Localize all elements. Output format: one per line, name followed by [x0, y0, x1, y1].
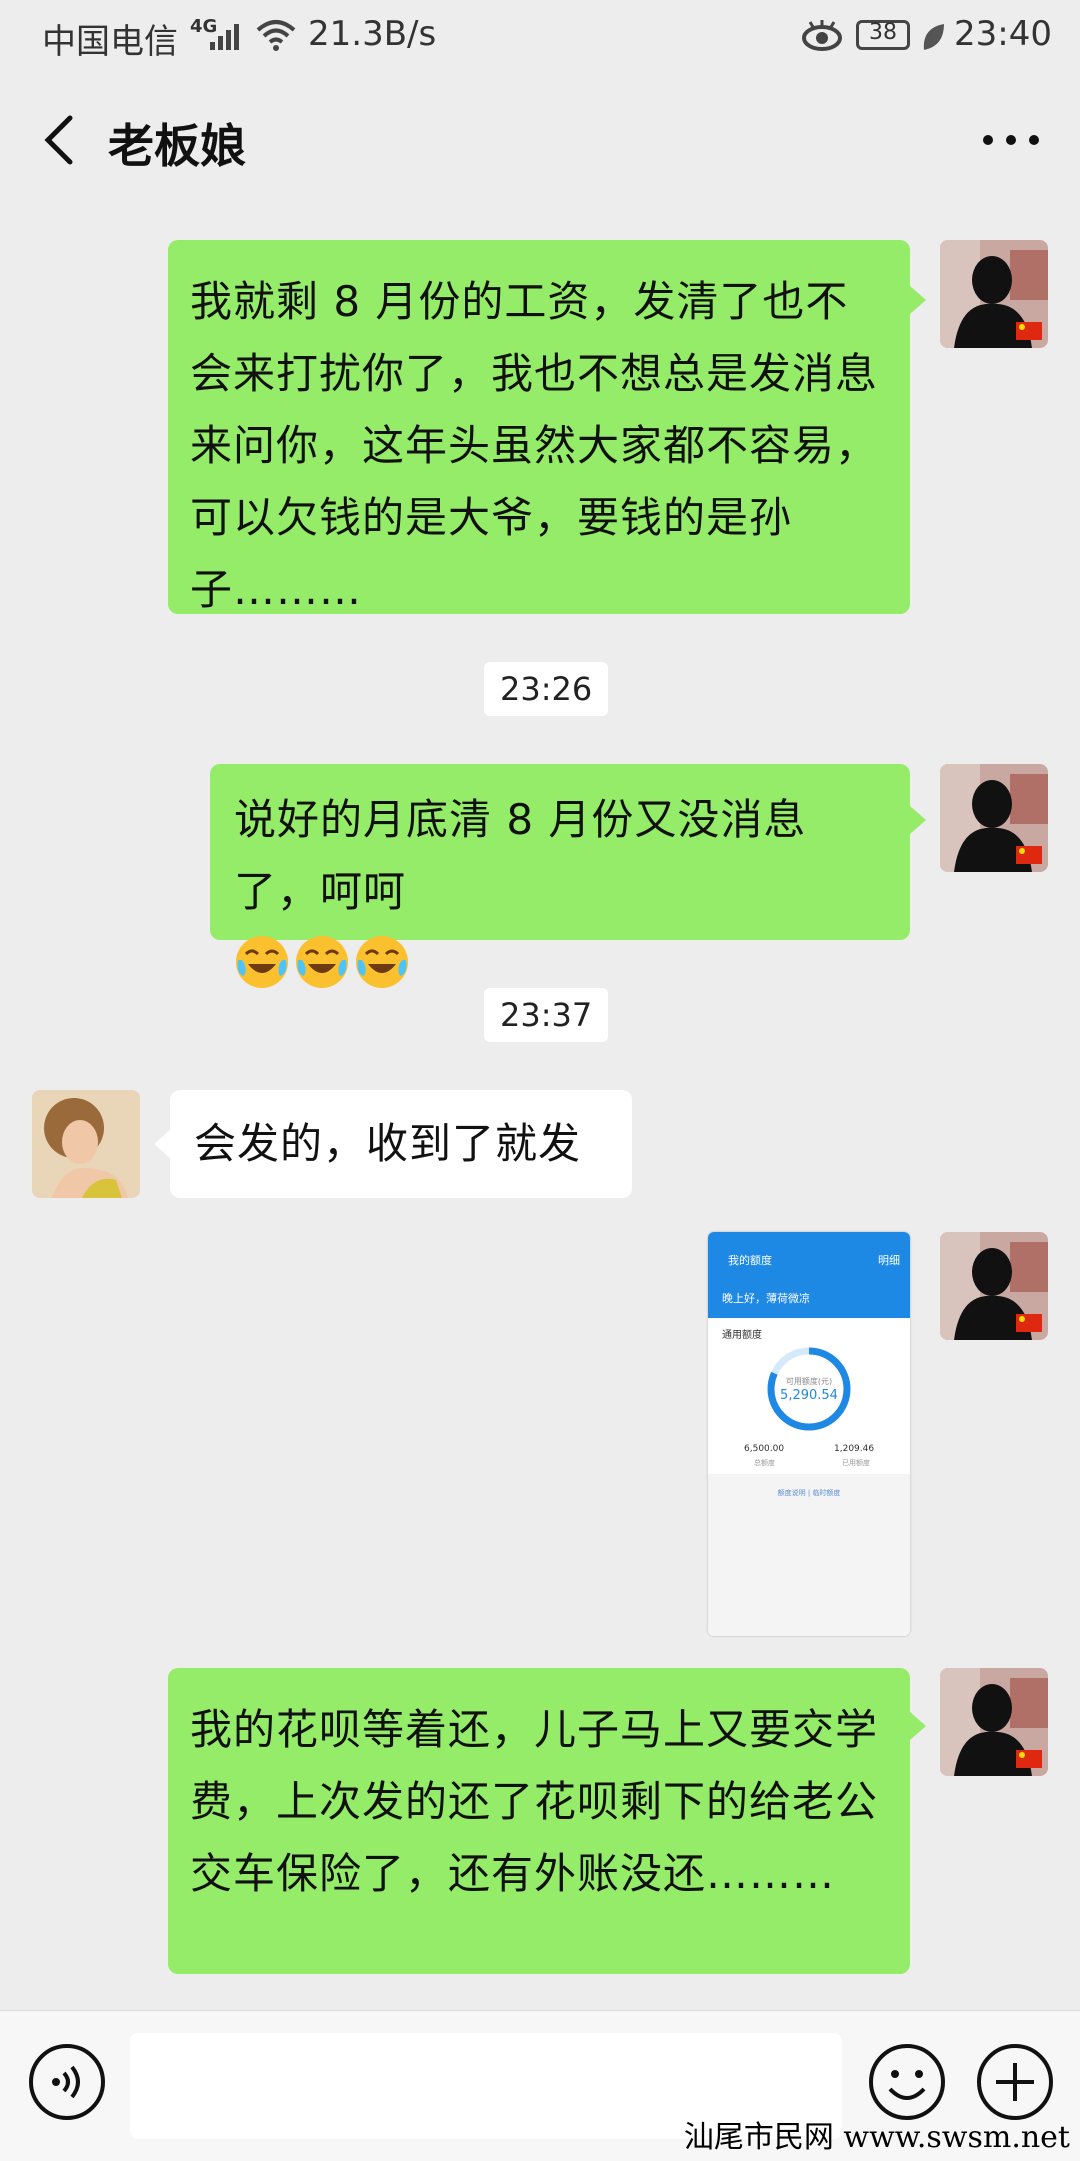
message-bubble-incoming[interactable]: 会发的，收到了就发	[170, 1090, 632, 1198]
message-text: 我的花呗等着还，儿子马上又要交学费，上次发的还了花呗剩下的给老公交车保险了，还有…	[190, 1705, 879, 1898]
plus-more-icon[interactable]	[974, 2041, 1056, 2123]
bubble-tail	[154, 1130, 170, 1158]
bubble-tail	[910, 1712, 926, 1740]
battery-icon: 38	[856, 20, 910, 50]
status-time: 23:40	[954, 14, 1052, 54]
mini-ring-value: 5,290.54	[780, 1388, 838, 1403]
message-text: 我就剩 8 月份的工资，发清了也不会来打扰你了，我也不想总是发消息来问你，这年头…	[190, 277, 879, 614]
chat-header: 老板娘	[0, 74, 1080, 204]
wifi-icon	[256, 20, 296, 51]
mini-ring-label: 可用额度(元)	[785, 1377, 833, 1386]
battery-level: 38	[869, 20, 897, 45]
mini-header: 我的额度 明细 晚上好，薄荷微凉	[708, 1246, 910, 1318]
back-arrow-icon[interactable]	[34, 110, 90, 170]
laugh-cry-emoji-icon	[356, 936, 408, 988]
mini-section-label: 通用额度	[722, 1330, 762, 1341]
message-text: 会发的，收到了就发	[194, 1119, 582, 1168]
leaf-icon	[923, 24, 944, 50]
mini-links: 额度说明 | 临时额度	[777, 1489, 841, 1497]
more-options-icon[interactable]	[976, 122, 1046, 158]
message-bubble-outgoing[interactable]: 我的花呗等着还，儿子马上又要交学费，上次发的还了花呗剩下的给老公交车保险了，还有…	[168, 1668, 910, 1974]
mini-greeting: 晚上好，薄荷微凉	[722, 1292, 810, 1305]
laugh-cry-emoji-icon	[296, 936, 348, 988]
net-speed-label: 21.3B/s	[308, 14, 437, 54]
message-text: 说好的月底清 8 月份又没消息了，呵呵	[234, 795, 807, 916]
silhouette-avatar-icon	[940, 240, 1048, 348]
silhouette-avatar-icon	[940, 1668, 1048, 1776]
contact-avatar[interactable]	[32, 1090, 140, 1198]
my-avatar[interactable]	[940, 1668, 1048, 1776]
mini-used-label: 已用额度	[842, 1459, 870, 1467]
message-bubble-outgoing[interactable]: 说好的月底清 8 月份又没消息了，呵呵	[210, 764, 910, 988]
eye-comfort-icon	[802, 20, 842, 51]
silhouette-avatar-icon	[940, 764, 1048, 872]
voice-input-icon[interactable]	[26, 2041, 108, 2123]
timestamp-label: 23:26	[484, 662, 609, 716]
watermark-text: 汕尾市民网 www.swsm.net	[683, 2120, 1070, 2155]
mini-header-right: 明细	[878, 1254, 900, 1267]
mini-header-title: 我的额度	[728, 1254, 772, 1267]
silhouette-avatar-icon	[940, 1232, 1048, 1340]
image-message[interactable]: 我的额度 明细 晚上好，薄荷微凉 通用额度 可用额度(元) 5,290.54 6…	[708, 1232, 910, 1636]
my-avatar[interactable]	[940, 240, 1048, 348]
mini-used-value: 1,209.46	[834, 1444, 875, 1454]
status-bar: 中国电信 4G 21.3B/s 38 23:40	[0, 0, 1080, 74]
my-avatar[interactable]	[940, 1232, 1048, 1340]
laugh-cry-emoji-icon	[236, 936, 288, 988]
chat-title: 老板娘	[108, 119, 246, 173]
mini-status-bar	[708, 1232, 910, 1246]
timestamp-label: 23:37	[484, 988, 609, 1042]
my-avatar[interactable]	[940, 764, 1048, 872]
bubble-tail	[910, 806, 926, 834]
signal-icon	[210, 24, 239, 50]
message-bubble-outgoing[interactable]: 我就剩 8 月份的工资，发清了也不会来打扰你了，我也不想总是发消息来问你，这年头…	[168, 240, 910, 614]
mini-footer: 额度说明 | 临时额度	[708, 1474, 910, 1636]
emoji-picker-icon[interactable]	[866, 2041, 948, 2123]
mini-total-value: 6,500.00	[744, 1444, 785, 1454]
mini-total-label: 总额度	[754, 1459, 775, 1467]
bubble-tail	[910, 286, 926, 314]
carrier-label: 中国电信	[42, 22, 178, 62]
contact-photo-avatar-icon	[32, 1090, 140, 1198]
